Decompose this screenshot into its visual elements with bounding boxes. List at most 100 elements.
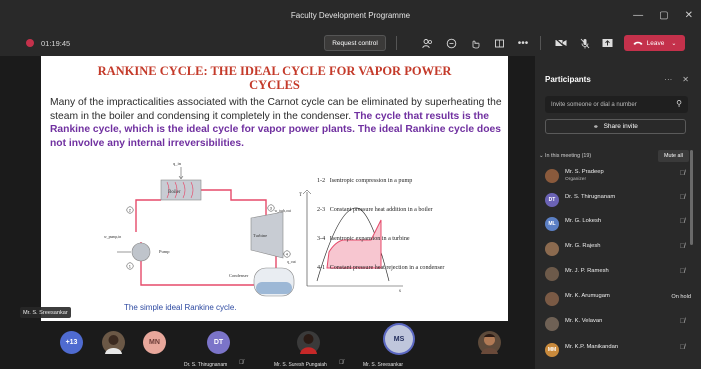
teams-meeting-window: Faculty Development Programme — ▢ ✕ 01:1… [0, 0, 701, 369]
mic-off-icon: 🎙̸ [679, 170, 685, 177]
gallery-name-label: Mr. S. Sreesankar [363, 362, 404, 368]
record-icon [26, 39, 34, 47]
slide-body-text: Many of the impracticalities associated … [50, 96, 505, 150]
panel-header-icons: ··· ✕ [664, 75, 689, 84]
process-item: 4-1 Constant pressure heat rejection in … [317, 264, 445, 271]
gallery-name-label: Dr. S. Thirugnanam [184, 362, 228, 368]
participant-row[interactable]: Mr. J. P. Ramesh 🎙̸ [545, 264, 695, 284]
person-photo-icon [481, 334, 498, 354]
participant-row[interactable]: Mr. K. Velavan 🎙̸ [545, 314, 695, 334]
avatar[interactable]: MN [143, 331, 166, 354]
participant-name: Mr. G. Rajesh [565, 243, 601, 249]
avatar[interactable] [297, 331, 320, 354]
chevron-down-icon[interactable]: ⌄ [671, 40, 676, 47]
participant-name: Mr. S. Pradeep [565, 169, 604, 175]
meeting-timer: 01:19:45 [41, 38, 71, 48]
rankine-cycle-diagram: q_in Boiler Turbine w_turb,out Pump w_pu… [101, 160, 296, 300]
mic-off-icon: 🎙̸ [679, 344, 685, 351]
mic-off-icon: 🎙̸ [679, 194, 685, 201]
mic-off-icon: 🎙̸ [679, 268, 685, 275]
q-out-label: q_out [287, 260, 296, 264]
avatar[interactable] [102, 331, 125, 354]
mic-off-icon: 🎙̸ [679, 243, 685, 250]
reactions-icon[interactable] [468, 36, 482, 50]
condenser-label: Condenser [229, 273, 249, 278]
toolbar-divider [540, 36, 541, 50]
window-controls: — ▢ ✕ [633, 0, 693, 30]
participant-row[interactable]: Mr. G. Rajesh 🎙̸ [545, 239, 695, 259]
camera-off-icon[interactable] [554, 36, 568, 50]
participant-row[interactable]: ML Mr. G. Lokesh 🎙̸ [545, 214, 695, 234]
mic-off-icon: 🎙̸ [679, 218, 685, 225]
active-speaker-avatar[interactable]: MS [385, 325, 413, 353]
window-title: Faculty Development Programme [290, 10, 411, 20]
on-hold-status: On hold [671, 294, 691, 300]
request-control-button[interactable]: Request control [324, 35, 386, 51]
avatar[interactable] [478, 331, 501, 354]
person-photo-icon [300, 334, 317, 354]
more-options-icon[interactable]: ··· [664, 75, 672, 84]
process-item: 3-4 Isentropic expansion in a turbine [317, 235, 410, 242]
participant-name: Mr. K. Velavan [565, 318, 603, 324]
link-icon: ⚭ [593, 123, 599, 131]
mute-all-button[interactable]: Mute all [658, 150, 689, 162]
avatar [545, 242, 559, 256]
avatar [545, 292, 559, 306]
search-icon[interactable]: ⚲ [676, 99, 682, 108]
mic-off-icon: 🎙̸ [679, 318, 685, 325]
participant-role: Organizer [565, 177, 587, 182]
slide-title-line-2: CYCLES [249, 78, 300, 92]
presentation-slide: RANKINE CYCLE: THE IDEAL CYCLE FOR VAPOR… [41, 56, 508, 321]
slide-caption: The simple ideal Rankine cycle. [124, 303, 237, 312]
close-button[interactable]: ✕ [685, 10, 693, 21]
mic-off-icon: 🎙̸ [239, 360, 244, 366]
process-list: 1-2 Isentropic compression in a pump 2-3… [317, 158, 444, 292]
boiler-label: Boiler [168, 190, 181, 195]
share-invite-button[interactable]: ⚭ Share invite [545, 119, 686, 134]
leave-button[interactable]: Leave ⌄ [624, 35, 685, 51]
avatar [545, 267, 559, 281]
person-photo-icon [105, 335, 122, 354]
in-meeting-section-header[interactable]: ⌄ In this meeting (19) [539, 153, 591, 159]
participant-name: Mr. J. P. Ramesh [565, 268, 609, 274]
participant-row[interactable]: Mr. S. Pradeep Organizer 🎙̸ [545, 166, 695, 186]
search-placeholder: Invite someone or dial a number [551, 101, 637, 108]
mic-off-icon[interactable] [578, 36, 592, 50]
participant-row[interactable]: MM Mr. K.P. Manikandan 🎙̸ [545, 340, 695, 360]
participant-name: Mr. K.P. Manikandan [565, 344, 619, 350]
participant-name: Dr. S. Thirugnanam [565, 194, 616, 200]
participant-row[interactable]: Mr. K. Arumugam On hold [545, 289, 695, 309]
participants-panel: Participants ··· ✕ Invite someone or dia… [535, 56, 701, 369]
avatar: ML [545, 217, 559, 231]
minimize-button[interactable]: — [633, 10, 643, 21]
chat-icon[interactable] [444, 36, 458, 50]
share-tray-icon[interactable] [600, 36, 614, 50]
close-icon[interactable]: ✕ [682, 75, 689, 84]
gallery-name-label: Mr. S. Suresh Pungaiah [274, 362, 327, 368]
participant-row[interactable]: DT Dr. S. Thirugnanam 🎙̸ [545, 190, 695, 210]
meeting-toolbar: 01:19:45 Request control ••• Leave ⌄ [0, 30, 701, 56]
avatar[interactable]: DT [207, 331, 230, 354]
presenter-name-tag: Mr. S. Sreesankar [20, 307, 71, 318]
maximize-button[interactable]: ▢ [659, 10, 668, 21]
slide-title-line-1: RANKINE CYCLE: THE IDEAL CYCLE FOR VAPOR… [97, 64, 452, 78]
process-item: 1-2 Isentropic compression in a pump [317, 178, 413, 185]
mic-off-icon: 🎙̸ [339, 360, 344, 366]
leave-label: Leave [646, 39, 665, 47]
title-bar: Faculty Development Programme — ▢ ✕ [0, 0, 701, 30]
q-in-label: q_in [173, 161, 182, 166]
panel-title: Participants [545, 75, 591, 84]
more-options-icon[interactable]: ••• [516, 36, 530, 50]
phone-hangup-icon [633, 41, 643, 45]
section-label: In this meeting (19) [545, 153, 592, 159]
overflow-participants-badge[interactable]: +13 [60, 331, 83, 354]
invite-search-field[interactable]: Invite someone or dial a number ⚲ [545, 96, 688, 113]
turbine-label: Turbine [253, 233, 267, 238]
process-item: 2-3 Constant pressure heat addition in a… [317, 206, 433, 213]
slide-title: RANKINE CYCLE: THE IDEAL CYCLE FOR VAPOR… [41, 64, 508, 92]
participants-icon[interactable] [420, 36, 434, 50]
panel-scrollbar[interactable] [690, 150, 693, 245]
toolbar-divider [396, 36, 397, 50]
rooms-icon[interactable] [492, 36, 506, 50]
participant-name: Mr. G. Lokesh [565, 218, 602, 224]
